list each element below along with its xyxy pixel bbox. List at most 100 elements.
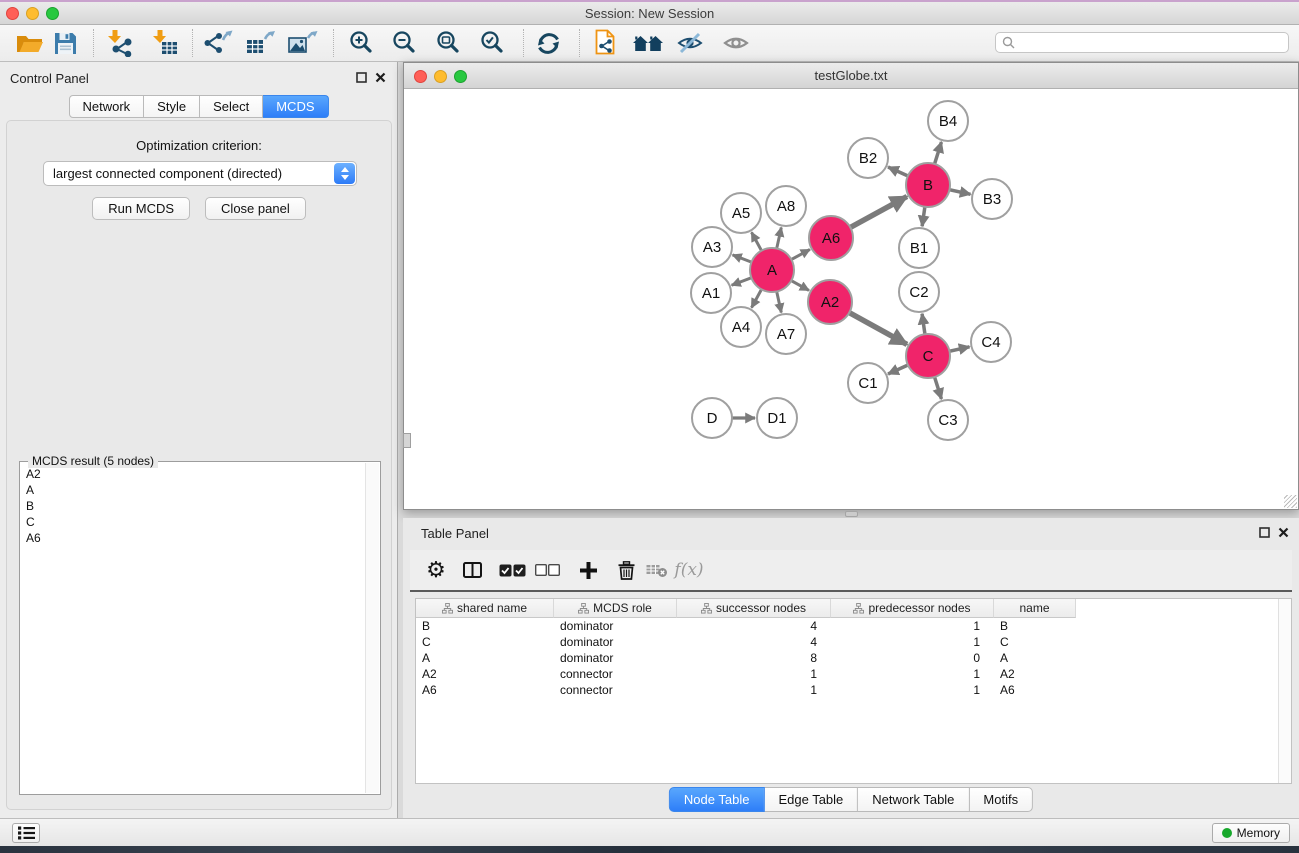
new-network-from-selection-button[interactable] xyxy=(589,27,623,59)
zoom-fit-button[interactable] xyxy=(431,27,465,59)
tab-network[interactable]: Network xyxy=(68,95,144,118)
graph-node-label-B: B xyxy=(923,177,933,194)
add-column-button[interactable] xyxy=(570,550,606,590)
graph-node-label-A4: A4 xyxy=(732,319,750,336)
zoom-selected-button[interactable] xyxy=(475,27,509,59)
two-homes-icon xyxy=(632,33,664,54)
table-cell[interactable]: A xyxy=(416,651,554,665)
table-cell[interactable]: dominator xyxy=(554,651,677,665)
search-input[interactable] xyxy=(1019,36,1288,50)
save-session-button[interactable] xyxy=(48,27,82,59)
select-all-button[interactable] xyxy=(494,550,530,590)
table-row[interactable]: A2connector11A2 xyxy=(416,666,1291,682)
table-cell[interactable]: dominator xyxy=(554,635,677,649)
show-graphics-details-button[interactable] xyxy=(719,27,753,59)
mcds-result-item[interactable]: A2 xyxy=(26,466,363,482)
table-cell[interactable]: C xyxy=(994,635,1076,649)
tab-style[interactable]: Style xyxy=(144,95,200,118)
splitter-handle[interactable] xyxy=(845,511,858,517)
close-panel-button[interactable] xyxy=(1277,526,1290,539)
export-network-button[interactable] xyxy=(201,27,235,59)
memory-button[interactable]: Memory xyxy=(1212,823,1290,843)
export-image-button[interactable] xyxy=(286,27,320,59)
network-canvas[interactable]: B4B2BB3A5A8A6A3B1AA1C2A2A4A7C4CC1C3DD1 xyxy=(404,89,1298,509)
scrollbar-track[interactable] xyxy=(365,463,379,793)
show-columns-button[interactable] xyxy=(454,550,490,590)
scrollbar-track[interactable] xyxy=(1278,599,1291,783)
table-cell[interactable]: A2 xyxy=(416,667,554,681)
function-builder-button[interactable]: f(x) xyxy=(671,550,707,590)
chevron-up-icon xyxy=(341,167,349,172)
table-row[interactable]: Adominator80A xyxy=(416,650,1291,666)
scrollbar-handle[interactable] xyxy=(403,433,411,448)
table-cell[interactable]: 4 xyxy=(677,619,831,633)
table-cell[interactable]: 4 xyxy=(677,635,831,649)
column-header-shared-name[interactable]: shared name xyxy=(416,599,554,618)
table-cell[interactable]: C xyxy=(416,635,554,649)
table-cell[interactable]: 0 xyxy=(831,651,994,665)
minimize-button[interactable] xyxy=(434,70,447,83)
zoom-in-button[interactable] xyxy=(344,27,378,59)
zoom-out-button[interactable] xyxy=(387,27,421,59)
eye-icon xyxy=(722,33,750,53)
table-cell[interactable]: A xyxy=(994,651,1076,665)
table-cell[interactable]: B xyxy=(994,619,1076,633)
gear-icon: ⚙ xyxy=(426,559,446,581)
table-cell[interactable]: 1 xyxy=(831,667,994,681)
column-header-successor-nodes[interactable]: successor nodes xyxy=(677,599,831,618)
table-cell[interactable]: connector xyxy=(554,667,677,681)
export-table-button[interactable] xyxy=(244,27,278,59)
table-cell[interactable]: connector xyxy=(554,683,677,697)
table-cell[interactable]: 1 xyxy=(677,683,831,697)
column-header-name[interactable]: name xyxy=(994,599,1076,618)
first-neighbors-button[interactable] xyxy=(631,27,665,59)
tab-network-table[interactable]: Network Table xyxy=(858,787,969,812)
column-header-MCDS-role[interactable]: MCDS role xyxy=(554,599,677,618)
table-cell[interactable]: 1 xyxy=(677,667,831,681)
tab-mcds[interactable]: MCDS xyxy=(263,95,328,118)
table-cell[interactable]: A6 xyxy=(994,683,1076,697)
delete-table-button[interactable] xyxy=(639,550,675,590)
attribute-icon xyxy=(442,603,453,614)
mcds-result-item[interactable]: A6 xyxy=(26,530,363,546)
table-cell[interactable]: B xyxy=(416,619,554,633)
chevron-down-icon xyxy=(341,175,349,180)
hide-graphics-details-button[interactable] xyxy=(673,27,707,59)
table-cell[interactable]: 1 xyxy=(831,683,994,697)
refresh-layout-button[interactable] xyxy=(531,27,565,59)
table-cell[interactable]: dominator xyxy=(554,619,677,633)
mcds-result-item[interactable]: B xyxy=(26,498,363,514)
import-table-button[interactable] xyxy=(148,27,182,59)
table-cell[interactable]: 1 xyxy=(831,635,994,649)
table-cell[interactable]: A6 xyxy=(416,683,554,697)
graph-node-label-D1: D1 xyxy=(767,410,786,427)
import-network-button[interactable] xyxy=(103,27,137,59)
float-panel-button[interactable] xyxy=(355,71,368,84)
run-mcds-button[interactable]: Run MCDS xyxy=(92,197,190,220)
tab-node-table[interactable]: Node Table xyxy=(669,787,765,812)
table-row[interactable]: Cdominator41C xyxy=(416,634,1291,650)
table-cell[interactable]: A2 xyxy=(994,667,1076,681)
close-panel-button[interactable] xyxy=(374,71,387,84)
table-settings-button[interactable]: ⚙ xyxy=(418,550,454,590)
open-file-button[interactable] xyxy=(13,27,47,59)
table-cell[interactable]: 1 xyxy=(831,619,994,633)
mcds-result-item[interactable]: A xyxy=(26,482,363,498)
zoom-window-button[interactable] xyxy=(454,70,467,83)
table-row[interactable]: A6connector11A6 xyxy=(416,682,1291,698)
app-titlebar: Session: New Session xyxy=(0,2,1299,25)
table-row[interactable]: Bdominator41B xyxy=(416,618,1291,634)
tab-select[interactable]: Select xyxy=(200,95,263,118)
tab-motifs[interactable]: Motifs xyxy=(969,787,1033,812)
close-button[interactable] xyxy=(414,70,427,83)
mcds-result-item[interactable]: C xyxy=(26,514,363,530)
close-panel-button-inner[interactable]: Close panel xyxy=(205,197,306,220)
table-cell[interactable]: 8 xyxy=(677,651,831,665)
tab-edge-table[interactable]: Edge Table xyxy=(764,787,858,812)
deselect-all-button[interactable] xyxy=(529,550,565,590)
resize-grip[interactable] xyxy=(1284,495,1297,508)
column-header-predecessor-nodes[interactable]: predecessor nodes xyxy=(831,599,994,618)
show-task-history-button[interactable] xyxy=(12,823,40,843)
float-panel-button[interactable] xyxy=(1258,526,1271,539)
optimization-criterion-select[interactable]: largest connected component (directed) xyxy=(43,161,357,186)
